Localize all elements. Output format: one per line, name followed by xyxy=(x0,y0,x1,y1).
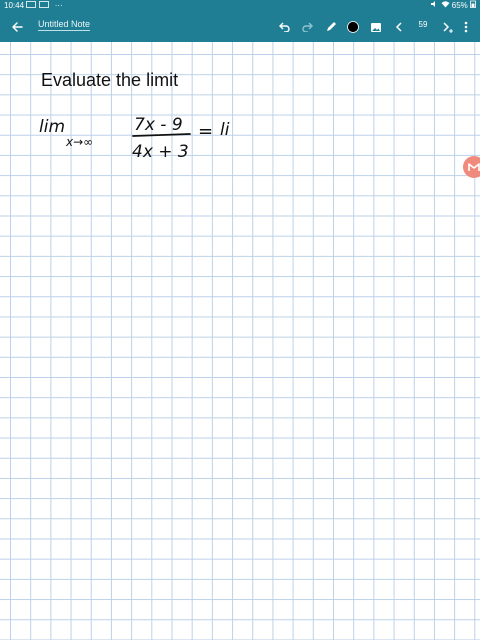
gallery-notification-icon xyxy=(38,1,49,8)
note-title[interactable]: Untitled Note xyxy=(38,19,91,31)
next-page-button[interactable] xyxy=(438,16,458,38)
undo-button[interactable] xyxy=(274,16,294,38)
mute-icon xyxy=(431,1,436,7)
redo-button[interactable] xyxy=(298,16,318,38)
numerator-text: 7x - 9 xyxy=(134,115,183,135)
lim-subscript-text: x→∞ xyxy=(65,135,93,149)
pen-icon xyxy=(327,22,336,31)
more-options-button[interactable] xyxy=(456,16,476,38)
status-time: 10:44 xyxy=(4,1,25,10)
color-button[interactable] xyxy=(343,16,363,38)
note-heading: Evaluate the limit xyxy=(41,70,179,90)
note-canvas[interactable]: Evaluate the limit lim x→∞ 7x - 9 4x + 3… xyxy=(0,42,480,640)
back-button[interactable] xyxy=(6,16,28,38)
status-right: 65% xyxy=(430,0,476,12)
handwritten-limit-expression: lim x→∞ 7x - 9 4x + 3 = li xyxy=(39,115,230,162)
continued-text: li xyxy=(220,120,230,140)
wifi-icon xyxy=(441,1,450,8)
equals-sign-text: = xyxy=(198,121,213,142)
status-bar: 10:44 ··· 65% xyxy=(0,0,480,12)
color-dot-icon xyxy=(347,21,359,33)
m-badge-icon xyxy=(468,163,480,171)
redo-icon xyxy=(302,22,313,32)
prev-page-button[interactable] xyxy=(389,16,409,38)
pen-button[interactable] xyxy=(321,16,341,38)
image-icon xyxy=(371,22,381,32)
more-notifications-icon: ··· xyxy=(54,1,63,10)
arrow-left-icon xyxy=(12,22,23,32)
insert-image-button[interactable] xyxy=(366,16,386,38)
side-panel-tab[interactable] xyxy=(463,156,480,178)
chevron-left-icon xyxy=(395,22,402,32)
notification-icons: ··· xyxy=(26,1,63,10)
status-left: 10:44 ··· xyxy=(4,0,63,12)
denominator-text: 4x + 3 xyxy=(132,142,189,162)
lim-head-text: lim xyxy=(39,117,65,137)
battery-icon xyxy=(470,0,476,8)
undo-icon xyxy=(279,22,290,32)
app-toolbar: Untitled Note 59 xyxy=(0,12,480,42)
page-number: 59 xyxy=(418,20,428,29)
chevron-right-plus-icon xyxy=(443,22,453,33)
more-vertical-icon xyxy=(464,21,468,33)
image-notification-icon xyxy=(26,1,37,8)
battery-percent: 65% xyxy=(451,1,468,10)
